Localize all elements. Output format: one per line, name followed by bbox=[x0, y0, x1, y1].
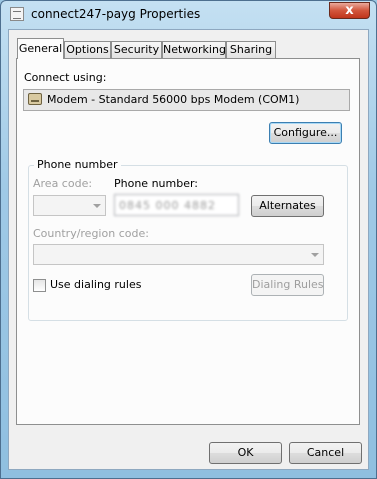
phone-number-label: Phone number: bbox=[114, 177, 199, 190]
chevron-down-icon bbox=[93, 204, 101, 208]
use-dialing-rules-checkbox[interactable] bbox=[33, 279, 46, 292]
ok-button[interactable]: OK bbox=[209, 442, 282, 464]
alternates-button[interactable]: Alternates bbox=[251, 195, 324, 217]
use-dialing-rules-label: Use dialing rules bbox=[50, 278, 142, 291]
chevron-down-icon bbox=[311, 253, 319, 257]
modem-icon bbox=[28, 93, 42, 105]
device-list[interactable]: Modem - Standard 56000 bps Modem (COM1) bbox=[23, 89, 350, 111]
country-region-label: Country/region code: bbox=[33, 227, 149, 240]
tab-networking[interactable]: Networking bbox=[162, 41, 226, 58]
tab-sharing[interactable]: Sharing bbox=[226, 41, 276, 58]
title-bar[interactable]: connect247-payg Properties x bbox=[1, 1, 376, 29]
dialog-body: General Options Security Networking Shar… bbox=[8, 29, 369, 470]
phone-number-input[interactable] bbox=[114, 194, 239, 216]
tab-security[interactable]: Security bbox=[111, 41, 162, 58]
phone-number-group: Phone number Area code: Phone number: Al… bbox=[28, 158, 348, 321]
area-code-label: Area code: bbox=[33, 177, 93, 190]
window-title: connect247-payg Properties bbox=[31, 7, 201, 21]
ok-button-label: OK bbox=[237, 446, 254, 459]
device-name: Modem - Standard 56000 bps Modem (COM1) bbox=[47, 93, 300, 106]
properties-window: connect247-payg Properties x General Opt… bbox=[0, 0, 377, 479]
network-connection-icon bbox=[10, 7, 24, 21]
cancel-button-label: Cancel bbox=[306, 446, 345, 459]
configure-button-label: Configure... bbox=[273, 126, 338, 139]
close-icon: x bbox=[345, 3, 354, 18]
general-tab-page: Connect using: Modem - Standard 56000 bp… bbox=[16, 58, 360, 425]
alternates-button-label: Alternates bbox=[259, 199, 316, 212]
country-region-combo[interactable] bbox=[33, 244, 324, 265]
dialing-rules-button[interactable]: Dialing Rules bbox=[251, 274, 324, 296]
tab-general[interactable]: General bbox=[17, 38, 64, 59]
area-code-combo[interactable] bbox=[33, 195, 106, 216]
cancel-button[interactable]: Cancel bbox=[289, 442, 362, 464]
connect-using-label: Connect using: bbox=[24, 71, 107, 84]
configure-button[interactable]: Configure... bbox=[269, 122, 342, 144]
tab-options[interactable]: Options bbox=[64, 41, 111, 58]
dialing-rules-button-label: Dialing Rules bbox=[252, 278, 324, 291]
phone-number-group-title: Phone number bbox=[34, 158, 121, 171]
close-button[interactable]: x bbox=[329, 2, 370, 19]
